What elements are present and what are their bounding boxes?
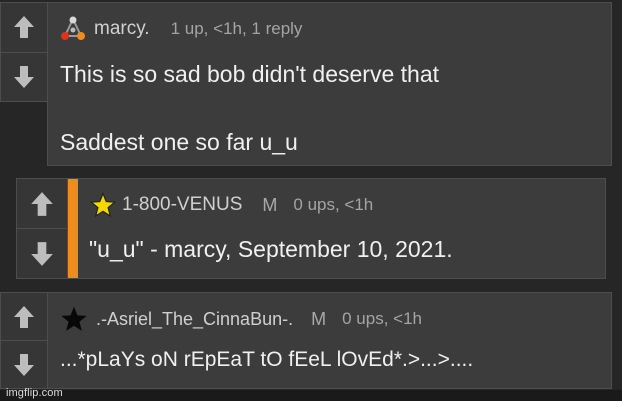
- watermark: imgflip.com: [6, 387, 63, 399]
- downvote-button[interactable]: [1, 341, 47, 388]
- black-star-icon[interactable]: [60, 305, 88, 333]
- comment-2: 1-800-VENUS M 0 ups, <1h "u_u" - marcy, …: [16, 178, 606, 279]
- arrow-down-icon: [14, 65, 34, 88]
- upvote-button[interactable]: [1, 3, 47, 53]
- highlight-accent-bar: [68, 179, 78, 278]
- comment-text-line-1: "u_u" - marcy, September 10, 2021.: [89, 236, 453, 262]
- username[interactable]: marcy.: [94, 18, 150, 40]
- comment-meta: 1-800-VENUS M 0 ups, <1h: [90, 192, 373, 218]
- downvote-button[interactable]: [1, 53, 47, 102]
- yellow-star-icon[interactable]: [90, 192, 116, 218]
- comment-stats: 0 ups, <1h: [293, 195, 374, 214]
- comment-body: marcy. 1 up, <1h, 1 reply This is so sad…: [47, 2, 612, 166]
- comment-3: .-Asriel_The_CinnaBun-. M 0 ups, <1h ...…: [0, 292, 612, 389]
- comment-body: .-Asriel_The_CinnaBun-. M 0 ups, <1h ...…: [47, 292, 612, 389]
- vote-column: [16, 178, 67, 279]
- username[interactable]: 1-800-VENUS: [122, 194, 242, 216]
- vote-column: [0, 292, 47, 389]
- comment-meta: marcy. 1 up, <1h, 1 reply: [60, 16, 302, 42]
- comment-stats: 1 up, <1h, 1 reply: [170, 19, 303, 38]
- upvote-button[interactable]: [1, 293, 47, 341]
- comment-body: 1-800-VENUS M 0 ups, <1h "u_u" - marcy, …: [67, 178, 606, 279]
- comment-stats: 0 ups, <1h: [342, 309, 422, 328]
- arrow-up-icon: [31, 191, 53, 216]
- arrow-up-icon: [14, 305, 34, 328]
- comment-text-line-2: Saddest one so far u_u: [60, 129, 298, 155]
- vote-column: [0, 2, 47, 102]
- arrow-down-icon: [31, 241, 53, 266]
- mod-badge: M: [262, 194, 278, 215]
- mod-badge: M: [311, 308, 327, 329]
- arrow-up-icon: [14, 16, 34, 39]
- username[interactable]: .-Asriel_The_CinnaBun-.: [96, 309, 293, 330]
- comment-1: marcy. 1 up, <1h, 1 reply This is so sad…: [0, 2, 612, 166]
- comment-text-line-1: ...*pLaYs oN rEpEaT tO fEeL lOvEd*.>...>…: [60, 348, 474, 371]
- comment-meta: .-Asriel_The_CinnaBun-. M 0 ups, <1h: [60, 305, 422, 333]
- downvote-button[interactable]: [17, 229, 67, 278]
- upvote-button[interactable]: [17, 179, 67, 229]
- arrow-down-icon: [14, 353, 34, 376]
- bottom-band: [0, 390, 622, 401]
- comment-text-line-1: This is so sad bob didn't deserve that: [60, 61, 439, 87]
- triangle-dots-icon[interactable]: [60, 16, 86, 42]
